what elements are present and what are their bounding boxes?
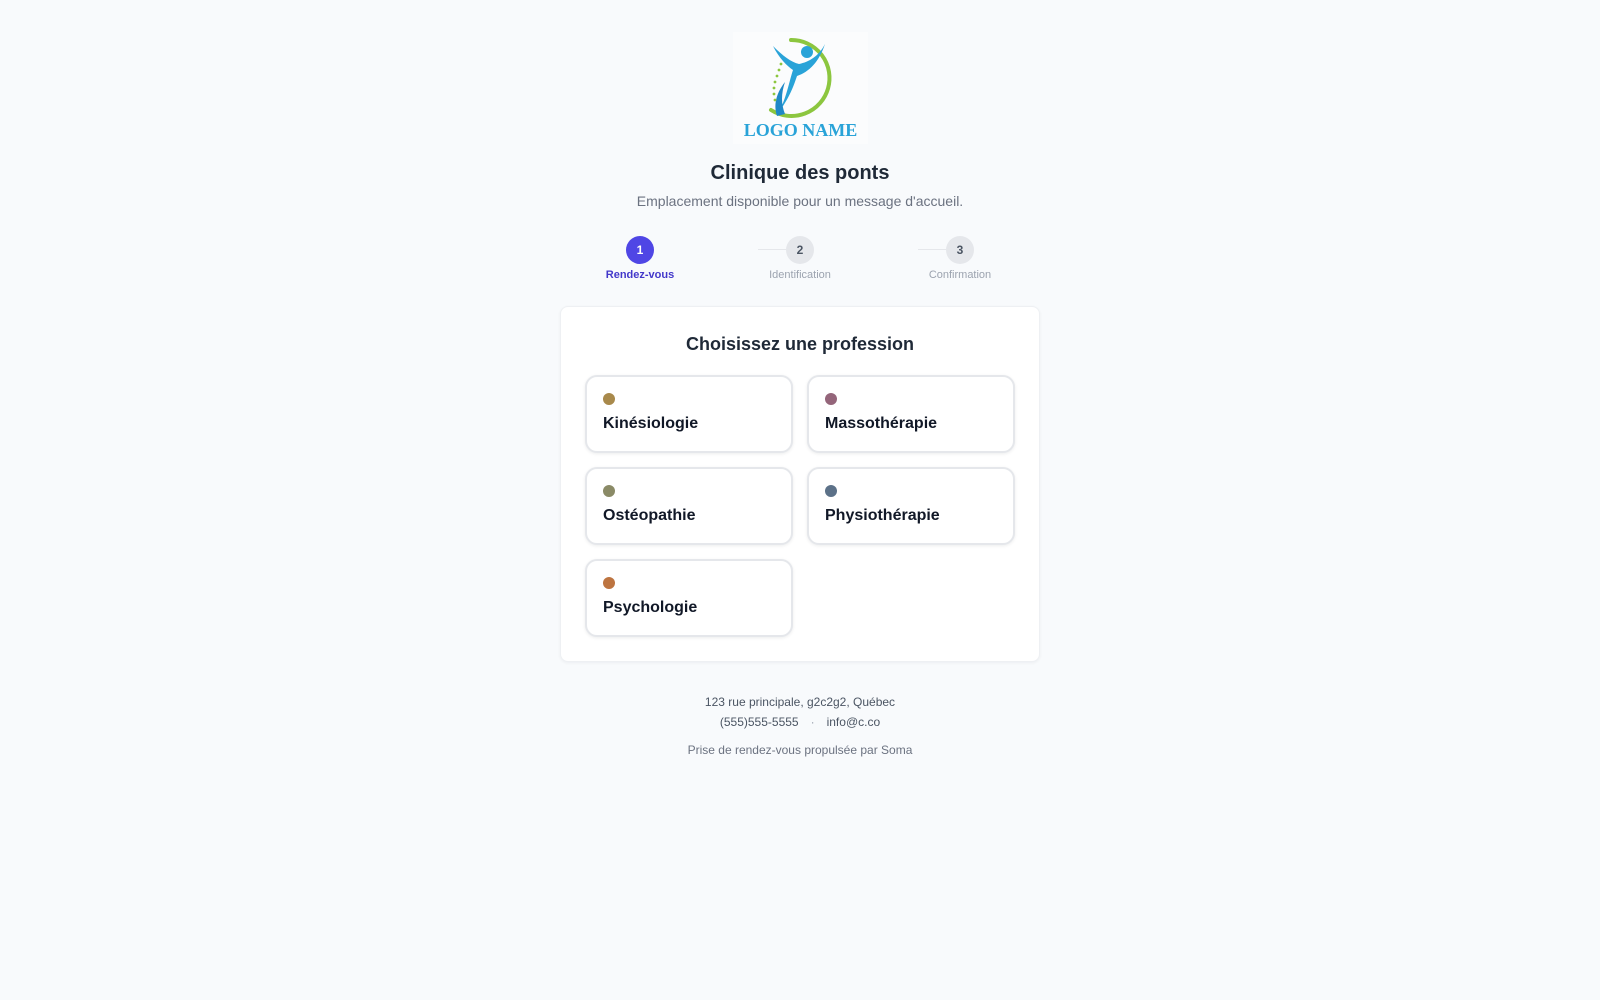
welcome-message: Emplacement disponible pour un message d…: [636, 193, 964, 209]
profession-color-dot: [603, 485, 615, 497]
profession-card: Choisissez une profession Kinésiologie M…: [560, 306, 1040, 662]
clinic-logo: LOGO NAME: [733, 32, 868, 144]
profession-color-dot: [825, 393, 837, 405]
clinic-phone: (555)555-5555: [719, 715, 799, 729]
profession-card-title: Choisissez une profession: [685, 334, 915, 354]
profession-option-psychologie[interactable]: Psychologie: [585, 559, 793, 637]
step-label: Confirmation: [928, 269, 992, 281]
step-label: Rendez-vous: [605, 269, 675, 281]
step-label: Identification: [769, 269, 831, 281]
profession-option-osteopathie[interactable]: Ostéopathie: [585, 467, 793, 545]
clinic-name: Clinique des ponts: [710, 162, 890, 184]
profession-option-massotherapie[interactable]: Massothérapie: [807, 375, 1015, 453]
profession-option-physiotherapie[interactable]: Physiothérapie: [807, 467, 1015, 545]
clinic-email: info@c.co: [826, 715, 881, 729]
step-number: 3: [946, 236, 974, 264]
clinic-contact: (555)555-5555 · info@c.co: [0, 715, 1600, 729]
step-identification: 2 Identification: [740, 236, 860, 281]
step-number: 1: [626, 236, 654, 264]
profession-color-dot: [603, 393, 615, 405]
clinic-address: 123 rue principale, g2c2g2, Québec: [704, 695, 896, 709]
profession-label: Physiothérapie: [825, 507, 940, 524]
step-rendez-vous: 1 Rendez-vous: [580, 236, 700, 281]
profession-label: Psychologie: [603, 599, 698, 616]
logo-text: LOGO NAME: [744, 120, 858, 140]
step-number: 2: [786, 236, 814, 264]
contact-separator: ·: [810, 715, 815, 729]
profession-option-kinesiologie[interactable]: Kinésiologie: [585, 375, 793, 453]
powered-by-text: Prise de rendez-vous propulsée par Soma: [687, 743, 913, 757]
profession-label: Massothérapie: [825, 415, 938, 432]
profession-label: Kinésiologie: [603, 415, 699, 432]
profession-color-dot: [603, 577, 615, 589]
booking-page: LOGO NAME Clinique des ponts Emplacement…: [0, 0, 1600, 1000]
step-confirmation: 3 Confirmation: [900, 236, 1020, 281]
profession-color-dot: [825, 485, 837, 497]
profession-label: Ostéopathie: [603, 507, 696, 524]
